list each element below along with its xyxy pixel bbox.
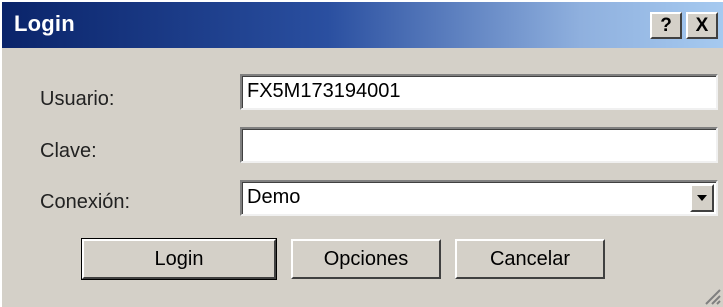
window-title: Login — [14, 11, 75, 36]
usuario-label: Usuario: — [40, 88, 115, 110]
title-bar[interactable]: Login ? X — [2, 2, 723, 48]
usuario-input[interactable]: FX5M173194001 — [240, 74, 718, 110]
help-button[interactable]: ? — [650, 12, 682, 39]
opciones-button[interactable]: Opciones — [291, 239, 441, 279]
close-button[interactable]: X — [686, 12, 718, 39]
login-button[interactable]: Login — [81, 238, 277, 280]
dropdown-button[interactable] — [690, 184, 714, 212]
clave-input[interactable] — [240, 127, 718, 163]
login-dialog: Login ? X Usuario: FX5M173194001 Clave: … — [0, 0, 723, 307]
cancelar-button[interactable]: Cancelar — [455, 239, 605, 279]
chevron-down-icon — [697, 195, 707, 201]
conexion-label: Conexión: — [40, 191, 131, 213]
conexion-select[interactable]: Demo — [240, 180, 718, 216]
conexion-selected-value: Demo — [247, 186, 301, 208]
clave-label: Clave: — [40, 140, 97, 162]
resize-grip-icon[interactable] — [703, 287, 721, 305]
